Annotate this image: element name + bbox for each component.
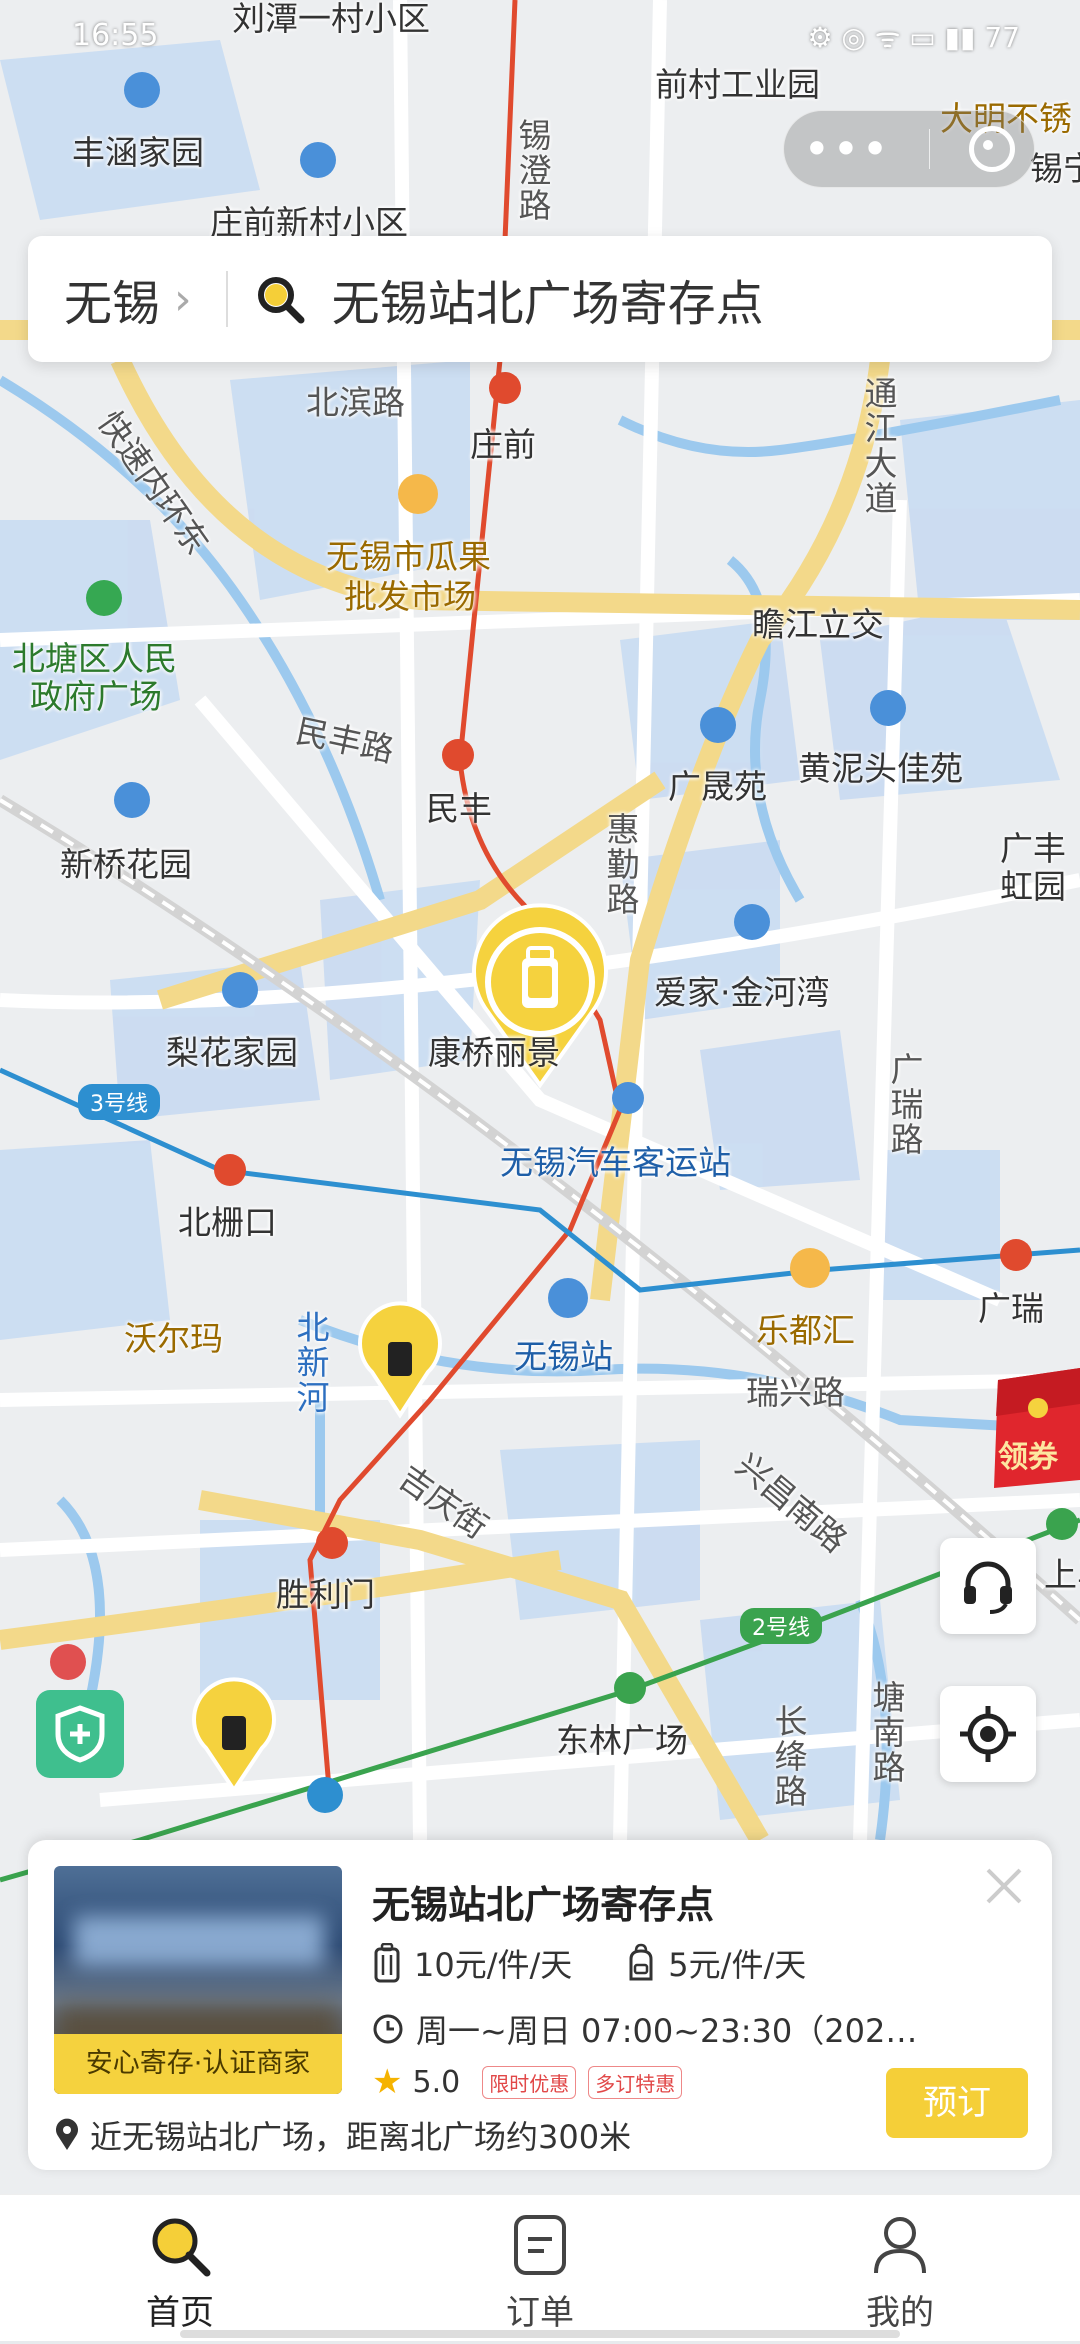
shield-plus-icon [55, 1705, 105, 1763]
close-icon[interactable] [980, 1862, 1028, 1910]
map-label: 梨花家园 [166, 1033, 298, 1072]
store-card[interactable]: 安心寄存·认证商家 无锡站北广场寄存点 10元/件/天 5元/件/天 周一~周日… [28, 1840, 1052, 2170]
map-label: 北滨路 [306, 383, 405, 422]
map-label: 爱家·金河湾 [654, 973, 830, 1012]
chevron-right-icon[interactable]: › [174, 274, 192, 325]
insurance-button[interactable] [36, 1690, 124, 1778]
store-name: 无锡站北广场寄存点 [372, 1883, 715, 1927]
metro-line-badge: 2号线 [740, 1608, 822, 1644]
certified-merchant-badge: 安心寄存·认证商家 [54, 2034, 342, 2094]
map-label: 塘南路 [867, 1680, 906, 1785]
search-icon [152, 2218, 211, 2277]
location-text: 近无锡站北广场，距离北广场约300米 [90, 2118, 632, 2156]
city-selector[interactable]: 无锡 [64, 264, 160, 334]
rating-row: ★ 5.0 限时优惠 多订特惠 [372, 2062, 683, 2102]
hours-row: 周一~周日 07:00~23:30（202… [372, 2006, 917, 2052]
metro-line-badge: 3号线 [78, 1084, 160, 1120]
coupon-label: 领券 [998, 1440, 1058, 1475]
price-row: 10元/件/天 5元/件/天 [372, 1940, 860, 1986]
map-label: 瞻江立交 [752, 605, 884, 644]
promo-tag: 限时优惠 [482, 2065, 577, 2099]
map-label: 新桥花园 [60, 845, 192, 884]
map-label: 丰涵家园 [72, 133, 204, 172]
map-label: 庄前 [470, 425, 536, 464]
location-row: 近无锡站北广场，距离北广场约300米 [54, 2112, 631, 2158]
map-label: 康桥丽景 [428, 1033, 560, 1072]
headset-icon [964, 1561, 1012, 1614]
map-label: 惠勤路 [601, 812, 640, 917]
map-label: 东林广场 [556, 1721, 688, 1760]
tab-orders[interactable]: 订单 [360, 2195, 720, 2341]
status-icons: ⚙ ◎ ᯤ ▭ ▮▮ 77 [807, 21, 1021, 54]
map-label: 批发市场 [344, 577, 476, 616]
tab-home-label: 首页 [146, 2293, 214, 2333]
hours-text: 周一~周日 07:00~23:30（202… [416, 2012, 918, 2050]
status-bar: 16:55 ⚙ ◎ ᯤ ▭ ▮▮ 77 [0, 0, 1080, 70]
map-label: 长绛路 [769, 1704, 808, 1809]
clock-icon [373, 2014, 403, 2044]
map-label: 无锡汽车客运站 [500, 1143, 731, 1182]
search-divider [225, 271, 228, 327]
coupon-button[interactable]: 领券 [988, 1368, 1080, 1488]
map-label: 广晟苑 [668, 767, 767, 806]
bottom-nav: 首页 订单 我的 [0, 2194, 1080, 2341]
status-time: 16:55 [72, 18, 159, 53]
tab-orders-label: 订单 [506, 2293, 574, 2333]
map-label: 无锡站 [514, 1337, 613, 1376]
customer-service-button[interactable] [940, 1538, 1036, 1634]
tab-profile[interactable]: 我的 [720, 2195, 1080, 2341]
promo-tag: 多订特惠 [588, 2065, 683, 2099]
map-label: 政府广场 [30, 677, 162, 716]
locate-me-button[interactable] [940, 1686, 1036, 1782]
close-mini-program-icon[interactable] [968, 126, 1015, 172]
star-icon: ★ [372, 2062, 403, 2102]
map-label: 民丰 [426, 789, 492, 828]
search-icon [254, 273, 306, 325]
tab-home[interactable]: 首页 [0, 2195, 360, 2341]
map-label: 北栅口 [178, 1203, 277, 1242]
search-bar[interactable]: 无锡 › 无锡站北广场寄存点 [28, 236, 1052, 362]
user-icon [874, 2217, 926, 2274]
capsule-divider [929, 129, 931, 169]
order-list-icon [514, 2215, 566, 2275]
map-label: 广瑞路 [885, 1052, 924, 1157]
map-label: 通江大道 [859, 376, 898, 516]
map-label: 沃尔玛 [124, 1319, 223, 1358]
more-options-icon[interactable]: ••• [803, 126, 890, 172]
map-label: 锡宁 [1030, 149, 1080, 188]
suitcase-icon [374, 1943, 400, 1983]
map-label: 锡澄路 [513, 118, 552, 223]
map-label: 北新河 [291, 1310, 330, 1415]
rating-value: 5.0 [412, 2064, 461, 2100]
price-large-luggage: 10元/件/天 [372, 1940, 572, 1986]
map-label: 胜利门 [276, 1575, 375, 1614]
map-label: 虹园 [1000, 867, 1066, 906]
location-pin-icon [56, 2118, 78, 2150]
price-large-text: 10元/件/天 [414, 1946, 573, 1984]
search-input[interactable]: 无锡站北广场寄存点 [332, 264, 764, 334]
book-button[interactable]: 预订 [886, 2068, 1028, 2138]
map-label: 广瑞 [978, 1289, 1044, 1328]
target-icon [960, 1706, 1016, 1762]
map-label: 黄泥头佳苑 [798, 749, 963, 788]
price-small-text: 5元/件/天 [668, 1946, 807, 1984]
backpack-icon [629, 1943, 653, 1981]
mini-program-capsule: ••• [783, 110, 1035, 188]
home-indicator [180, 2330, 900, 2338]
tab-profile-label: 我的 [866, 2293, 934, 2333]
map-label: 乐都汇 [756, 1311, 855, 1350]
price-small-luggage: 5元/件/天 [626, 1940, 806, 1986]
map-label: 上马 [1044, 1555, 1080, 1594]
map-label: 瑞兴路 [746, 1373, 845, 1412]
